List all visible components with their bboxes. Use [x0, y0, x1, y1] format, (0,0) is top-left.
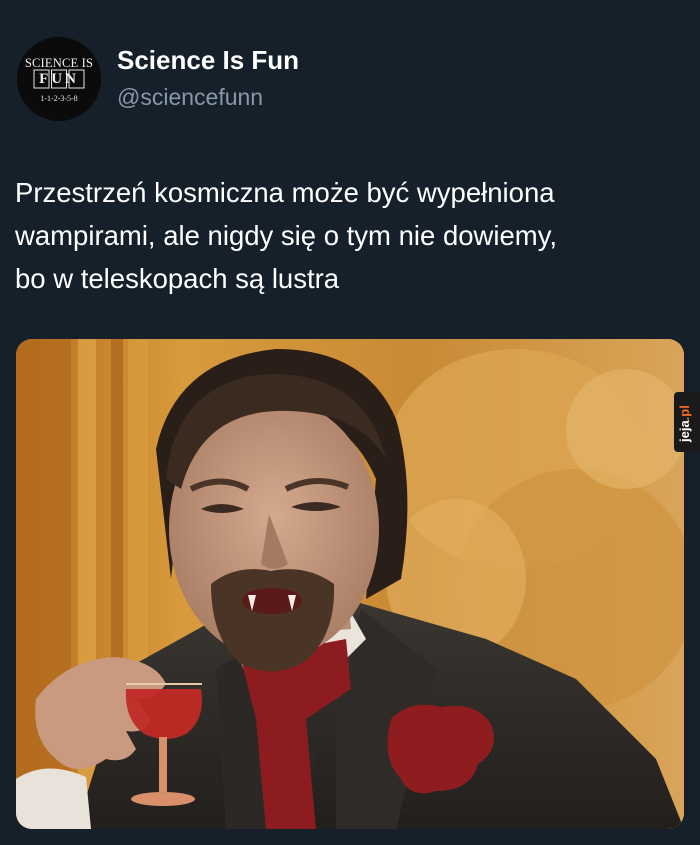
avatar-text-top: SCIENCE IS	[24, 56, 94, 70]
tweet-text: Przestrzeń kosmiczna może być wypełniona…	[15, 171, 690, 300]
tweet-text-line: Przestrzeń kosmiczna może być wypełniona	[15, 177, 555, 208]
author-handle[interactable]: @sciencefunn	[117, 84, 263, 111]
tweet-media-image[interactable]	[16, 339, 684, 829]
avatar-text-bottom: 1-1-2-3-5-8	[40, 94, 78, 103]
author-display-name[interactable]: Science Is Fun	[117, 45, 299, 76]
jeja-watermark: jeja.pl	[674, 392, 700, 452]
watermark-main: jeja	[677, 420, 692, 442]
tweet-text-line: bo w teleskopach są lustra	[15, 263, 340, 294]
author-avatar[interactable]: SCIENCE IS FUN 1-1-2-3-5-8	[17, 37, 101, 121]
avatar-text-middle: FUN	[39, 71, 79, 87]
meme-image	[16, 339, 684, 829]
watermark-text: jeja.pl	[677, 405, 692, 442]
watermark-accent: .pl	[677, 405, 692, 421]
tweet-screenshot: SCIENCE IS FUN 1-1-2-3-5-8 Science Is Fu…	[0, 0, 700, 845]
tweet-text-line: wampirami, ale nigdy się o tym nie dowie…	[15, 220, 558, 251]
